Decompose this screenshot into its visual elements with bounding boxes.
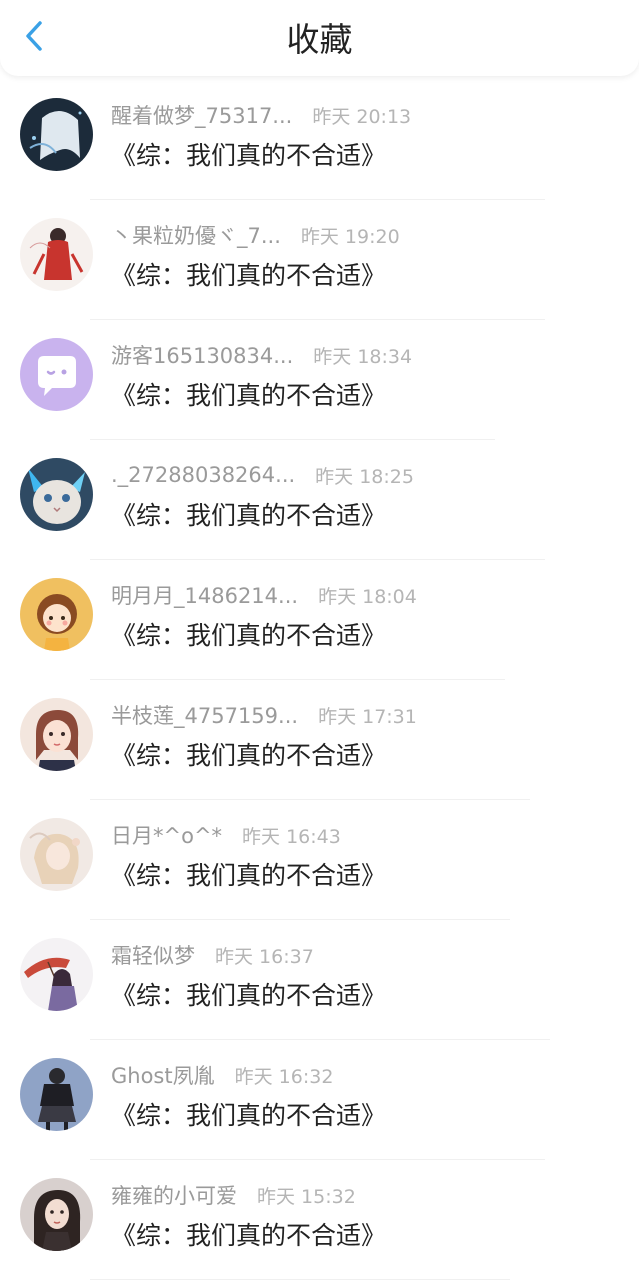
list-item[interactable]: 明月月_1486214... 昨天 18:04 《综：我们真的不合适》: [0, 560, 639, 680]
page-title: 收藏: [286, 20, 353, 59]
list-item[interactable]: 雍雍的小可爱 昨天 15:32 《综：我们真的不合适》: [0, 1160, 639, 1280]
favorites-list: 醒着做梦_75317... 昨天 20:13 《综：我们真的不合适》 丶果粒奶優…: [0, 80, 639, 1280]
list-item[interactable]: 霜轻似梦 昨天 16:37 《综：我们真的不合适》: [0, 920, 639, 1040]
username[interactable]: ._27288038264...: [111, 463, 295, 487]
book-title[interactable]: 《综：我们真的不合适》: [111, 856, 386, 892]
avatar[interactable]: [20, 1178, 93, 1251]
list-item[interactable]: ._27288038264... 昨天 18:25 《综：我们真的不合适》: [0, 440, 639, 560]
list-item[interactable]: 丶果粒奶優ヾ_7... 昨天 19:20 《综：我们真的不合适》: [0, 200, 639, 320]
avatar[interactable]: [20, 218, 93, 291]
username[interactable]: 半枝莲_4757159...: [111, 700, 298, 730]
book-title[interactable]: 《综：我们真的不合适》: [111, 1216, 386, 1252]
book-title[interactable]: 《综：我们真的不合适》: [111, 136, 386, 172]
timestamp: 昨天 16:37: [215, 945, 314, 968]
username[interactable]: 日月*^o^*: [111, 820, 222, 850]
timestamp: 昨天 20:13: [312, 105, 412, 128]
avatar[interactable]: [20, 1058, 93, 1131]
timestamp: 昨天 18:25: [315, 465, 414, 488]
top-bar: 收藏: [0, 0, 639, 76]
timestamp: 昨天 19:20: [300, 225, 400, 248]
username[interactable]: 明月月_1486214...: [111, 580, 298, 610]
timestamp: 昨天 18:04: [318, 585, 417, 608]
book-title[interactable]: 《综：我们真的不合适》: [111, 496, 386, 532]
username[interactable]: Ghost夙胤: [111, 1060, 215, 1090]
list-item[interactable]: Ghost夙胤 昨天 16:32 《综：我们真的不合适》: [0, 1040, 639, 1160]
username[interactable]: 霜轻似梦: [111, 940, 195, 970]
book-title[interactable]: 《综：我们真的不合适》: [111, 256, 386, 292]
timestamp: 昨天 17:31: [318, 705, 417, 728]
timestamp: 昨天 16:32: [234, 1065, 334, 1088]
book-title[interactable]: 《综：我们真的不合适》: [111, 736, 386, 772]
username[interactable]: 丶果粒奶優ヾ_7...: [111, 220, 281, 250]
username[interactable]: 雍雍的小可爱: [111, 1180, 237, 1210]
timestamp: 昨天 16:43: [242, 825, 341, 848]
username[interactable]: 游客165130834...: [111, 340, 293, 370]
list-item[interactable]: 半枝莲_4757159... 昨天 17:31 《综：我们真的不合适》: [0, 680, 639, 800]
book-title[interactable]: 《综：我们真的不合适》: [111, 1096, 386, 1132]
timestamp: 昨天 18:34: [313, 345, 413, 368]
list-item[interactable]: 醒着做梦_75317... 昨天 20:13 《综：我们真的不合适》: [0, 80, 639, 200]
avatar[interactable]: [20, 98, 93, 171]
avatar[interactable]: [20, 698, 93, 771]
list-item[interactable]: 游客165130834... 昨天 18:34 《综：我们真的不合适》: [0, 320, 639, 440]
avatar[interactable]: [20, 818, 93, 891]
avatar[interactable]: [20, 938, 93, 1011]
list-item[interactable]: 日月*^o^* 昨天 16:43 《综：我们真的不合适》: [0, 800, 639, 920]
avatar[interactable]: [20, 338, 93, 411]
book-title[interactable]: 《综：我们真的不合适》: [111, 376, 386, 412]
avatar[interactable]: [20, 578, 93, 651]
username[interactable]: 醒着做梦_75317...: [111, 100, 292, 130]
book-title[interactable]: 《综：我们真的不合适》: [111, 616, 386, 652]
avatar[interactable]: [20, 458, 93, 531]
book-title[interactable]: 《综：我们真的不合适》: [111, 976, 386, 1012]
timestamp: 昨天 15:32: [257, 1185, 356, 1208]
